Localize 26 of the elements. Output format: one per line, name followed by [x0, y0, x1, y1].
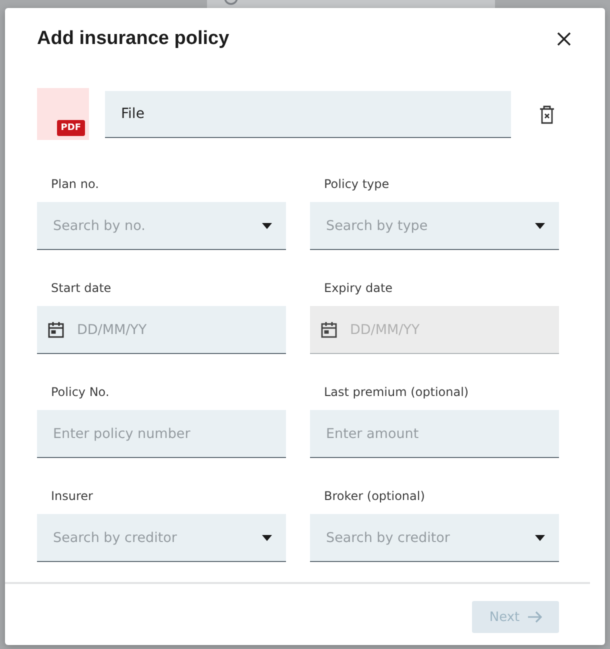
field-label: Start date — [50, 280, 112, 297]
dropdown-field[interactable]: Search by creditor — [37, 514, 286, 562]
calendar-icon — [47, 320, 65, 338]
field-label: Insurer — [50, 488, 94, 505]
arrow-right-icon — [528, 611, 542, 623]
dialog-title: Add insurance policy — [37, 28, 230, 50]
date-field[interactable]: DD/MM/YY — [37, 306, 286, 354]
dropdown-caret-icon — [535, 222, 545, 228]
dropdown-field[interactable]: Search by creditor — [310, 514, 559, 562]
dropdown-caret-icon — [262, 222, 272, 228]
field-label: Last premium (optional) — [323, 384, 470, 401]
dropdown-caret-icon — [262, 534, 272, 540]
dropdown-caret-icon — [535, 534, 545, 540]
input-field[interactable]: Enter policy number — [37, 410, 286, 458]
close-button[interactable] — [555, 30, 573, 48]
field-label: Policy No. — [50, 384, 110, 401]
dropdown-field[interactable]: Search by type — [310, 202, 559, 250]
field-label: Expiry date — [323, 280, 394, 297]
field-label: Broker (optional) — [323, 488, 426, 505]
dropdown-field[interactable]: Search by no. — [37, 202, 286, 250]
input-field[interactable]: Enter amount — [310, 410, 559, 458]
pdf-badge: PDF — [56, 120, 85, 136]
file-name-field[interactable]: File — [105, 90, 511, 138]
calendar-icon — [320, 320, 338, 338]
field-label: Plan no. — [50, 176, 100, 193]
field-label: Policy type — [323, 176, 390, 193]
